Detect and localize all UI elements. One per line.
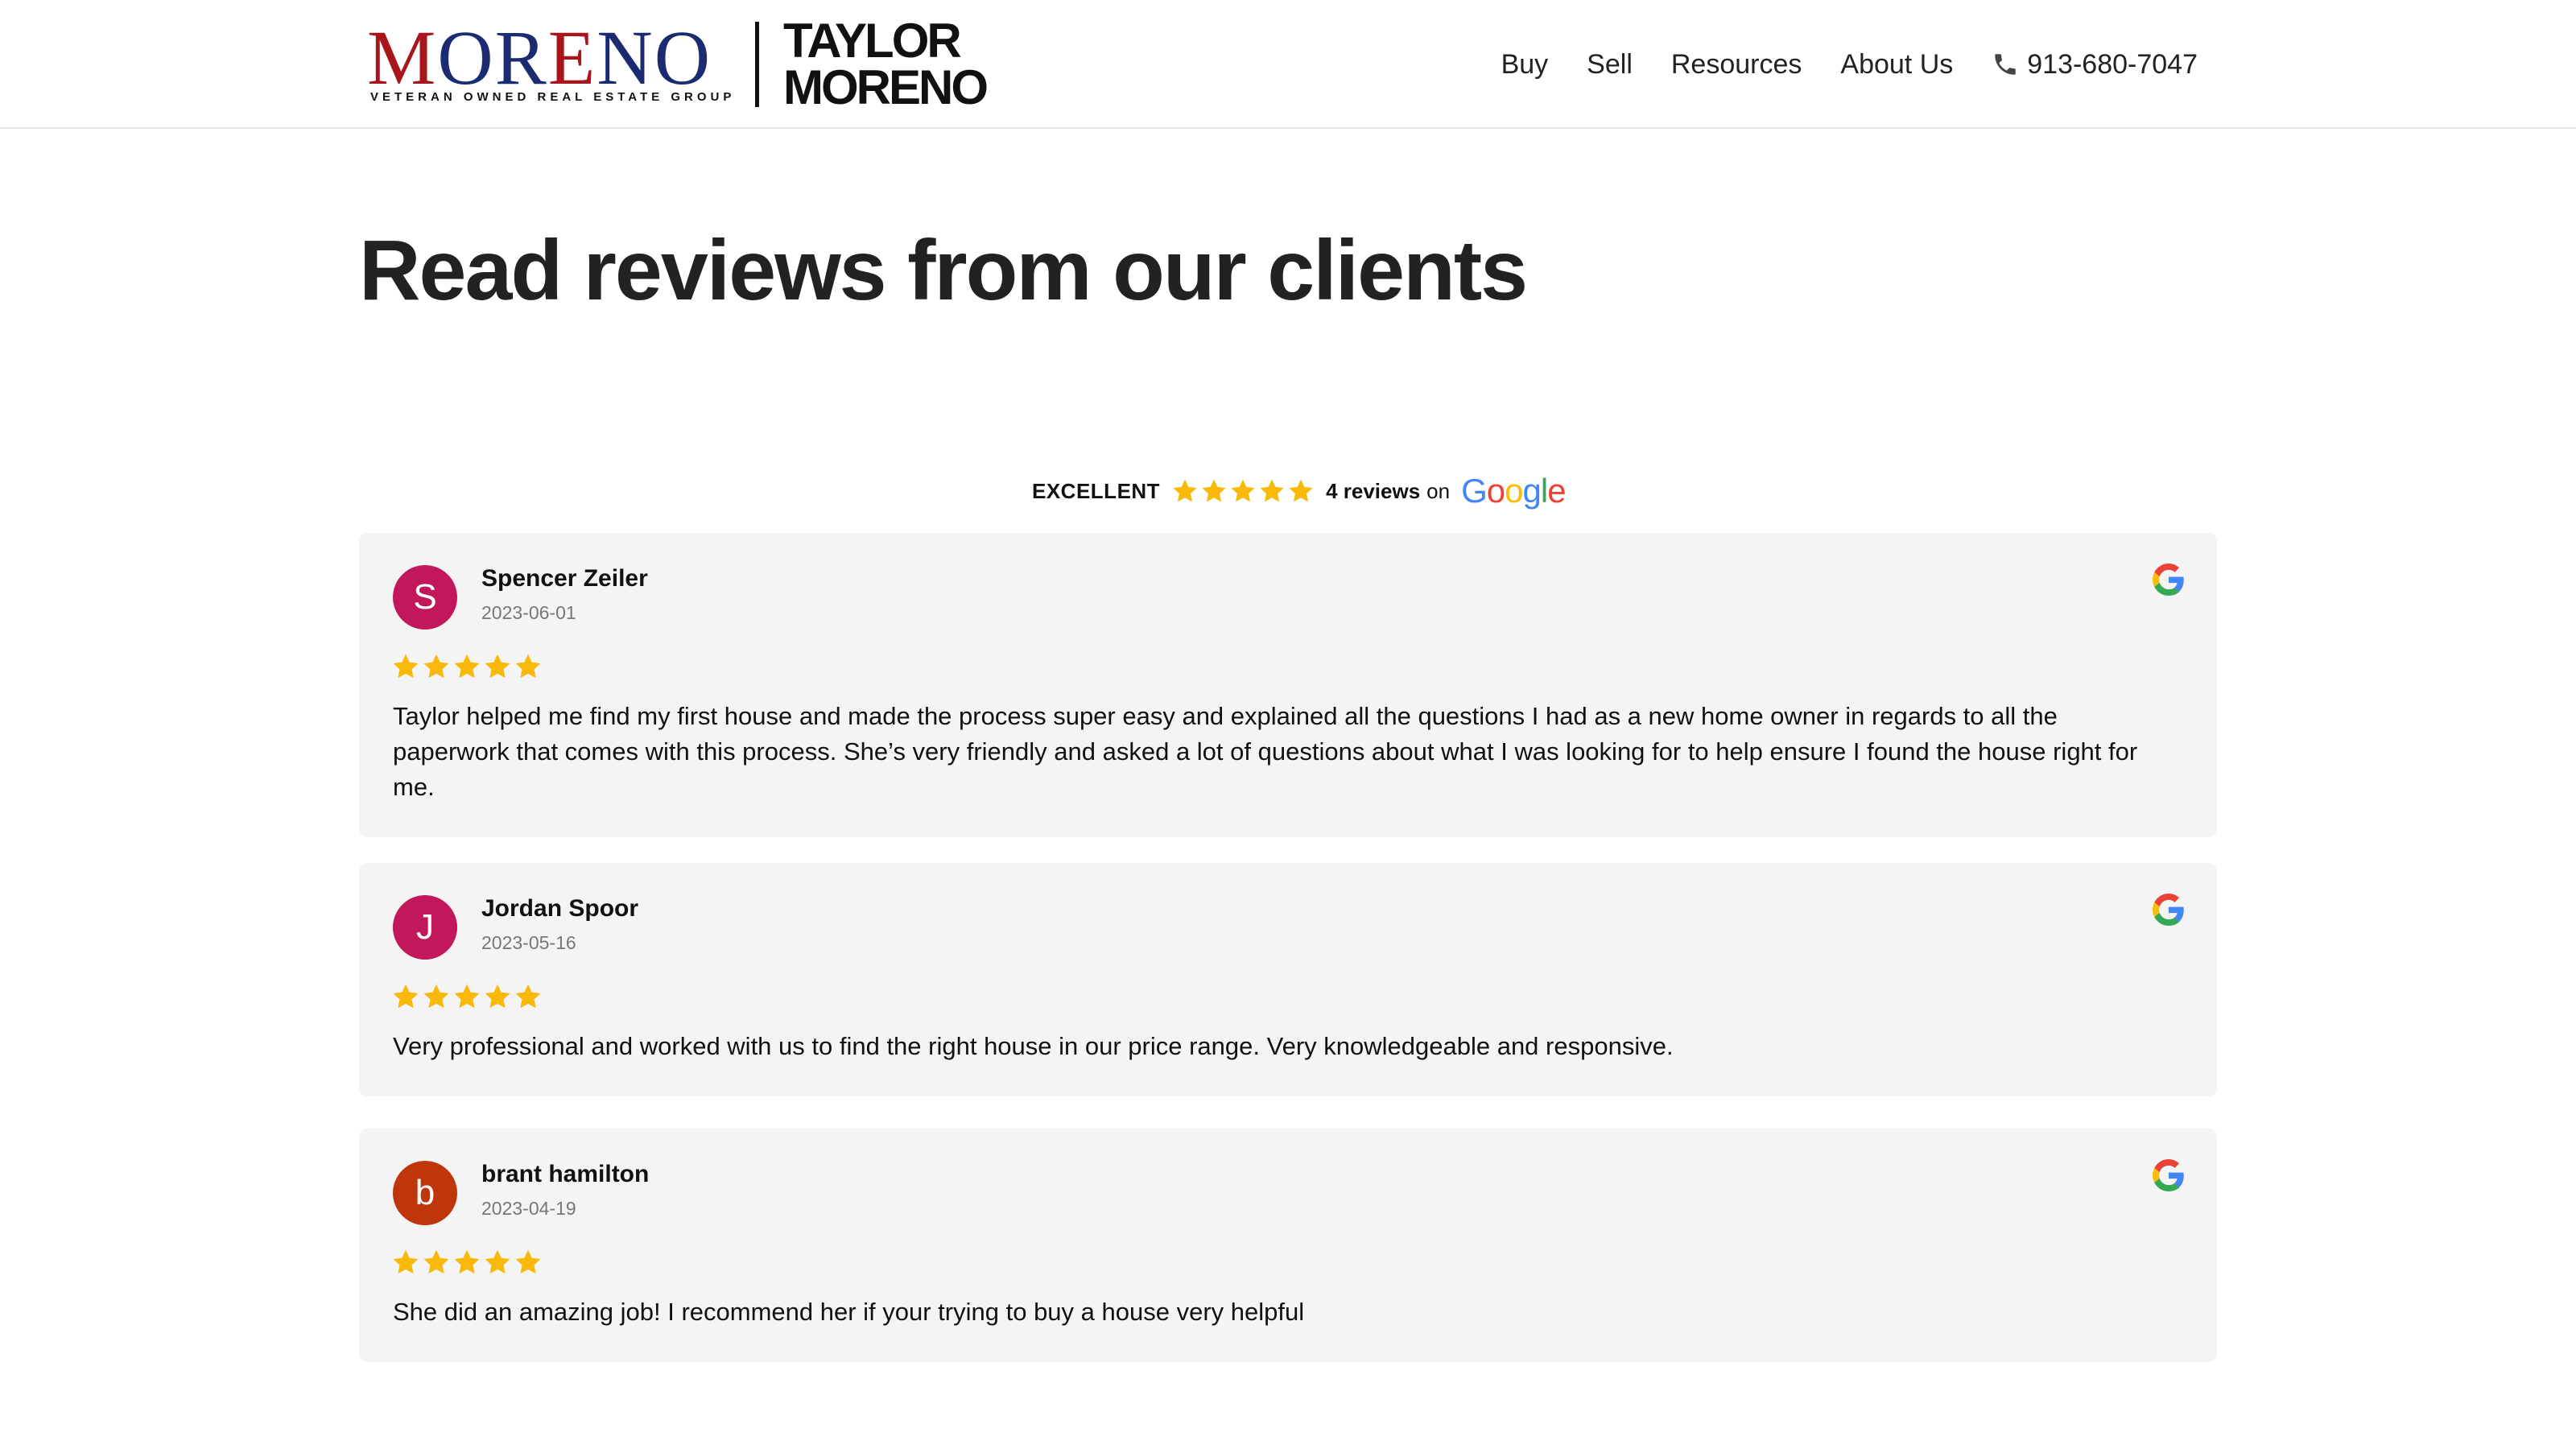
star-icon [515, 654, 541, 679]
google-logo[interactable]: Google [1461, 474, 1566, 508]
avatar: S [393, 565, 457, 630]
review-count[interactable]: 4 reviews [1326, 479, 1420, 504]
main-nav: Buy Sell Resources About Us 913-680-7047 [1501, 40, 2198, 89]
nav-resources[interactable]: Resources [1671, 49, 1802, 80]
star-icon [393, 1249, 419, 1274]
summary-stars [1171, 477, 1315, 505]
avatar: J [393, 895, 457, 960]
brand-wordmark: MORENO [367, 14, 712, 101]
brand-tagline: VETERAN OWNED REAL ESTATE GROUP [370, 90, 736, 104]
avatar: b [393, 1161, 457, 1225]
star-icon [423, 654, 449, 679]
star-icon [454, 654, 480, 679]
review-date: 2023-04-19 [481, 1198, 576, 1219]
page-title: Read reviews from our clients [359, 223, 1528, 318]
review-text: Taylor helped me find my first house and… [393, 702, 2138, 801]
review-card: S Spencer Zeiler 2023-06-01 Taylor helpe… [359, 533, 2217, 837]
site-logo[interactable]: MORENO VETERAN OWNED REAL ESTATE GROUP T… [367, 14, 989, 114]
review-card: J Jordan Spoor 2023-05-16 Very professio… [359, 863, 2217, 1096]
star-icon [485, 654, 510, 679]
star-icon [1202, 479, 1226, 502]
star-icon [423, 984, 449, 1009]
logo-divider [755, 22, 759, 107]
review-text: She did an amazing job! I recommend her … [393, 1298, 1305, 1326]
nav-about-us[interactable]: About Us [1840, 49, 1953, 80]
review-stars [391, 1248, 543, 1277]
review-card: b brant hamilton 2023-04-19 She did an a… [359, 1129, 2217, 1362]
review-author: brant hamilton [481, 1161, 650, 1187]
review-date: 2023-06-01 [481, 602, 576, 623]
star-icon [1289, 479, 1313, 502]
agent-name: TAYLOR MORENO [783, 14, 989, 114]
nav-buy[interactable]: Buy [1501, 49, 1549, 80]
phone-icon [1995, 54, 2016, 75]
review-stars [391, 982, 543, 1011]
review-date: 2023-05-16 [481, 932, 576, 953]
rating-label: EXCELLENT [1032, 478, 1161, 503]
star-icon [515, 984, 541, 1009]
review-source-prefix: on [1426, 478, 1451, 503]
star-icon [393, 984, 419, 1009]
google-icon[interactable] [2153, 1159, 2185, 1191]
star-icon [515, 1249, 541, 1274]
brand-mark: MORENO VETERAN OWNED REAL ESTATE GROUP [367, 16, 731, 113]
phone-number: 913-680-7047 [2027, 48, 2198, 80]
star-icon [485, 984, 510, 1009]
site-header: MORENO VETERAN OWNED REAL ESTATE GROUP T… [0, 0, 2576, 129]
star-icon [1231, 479, 1255, 502]
star-icon [454, 984, 480, 1009]
star-icon [1173, 479, 1197, 502]
review-author: Spencer Zeiler [481, 565, 648, 592]
star-icon [1260, 479, 1284, 502]
star-icon [485, 1249, 510, 1274]
review-text: Very professional and worked with us to … [393, 1032, 1674, 1060]
star-icon [423, 1249, 449, 1274]
google-icon[interactable] [2153, 564, 2185, 596]
rating-summary: EXCELLENT 4 reviews on Google [1032, 469, 1567, 514]
review-author: Jordan Spoor [481, 895, 639, 922]
google-icon[interactable] [2153, 894, 2185, 926]
star-icon [393, 654, 419, 679]
nav-phone-link[interactable]: 913-680-7047 [1992, 49, 2198, 80]
nav-sell[interactable]: Sell [1587, 49, 1633, 80]
star-icon [454, 1249, 480, 1274]
review-stars [391, 652, 543, 681]
